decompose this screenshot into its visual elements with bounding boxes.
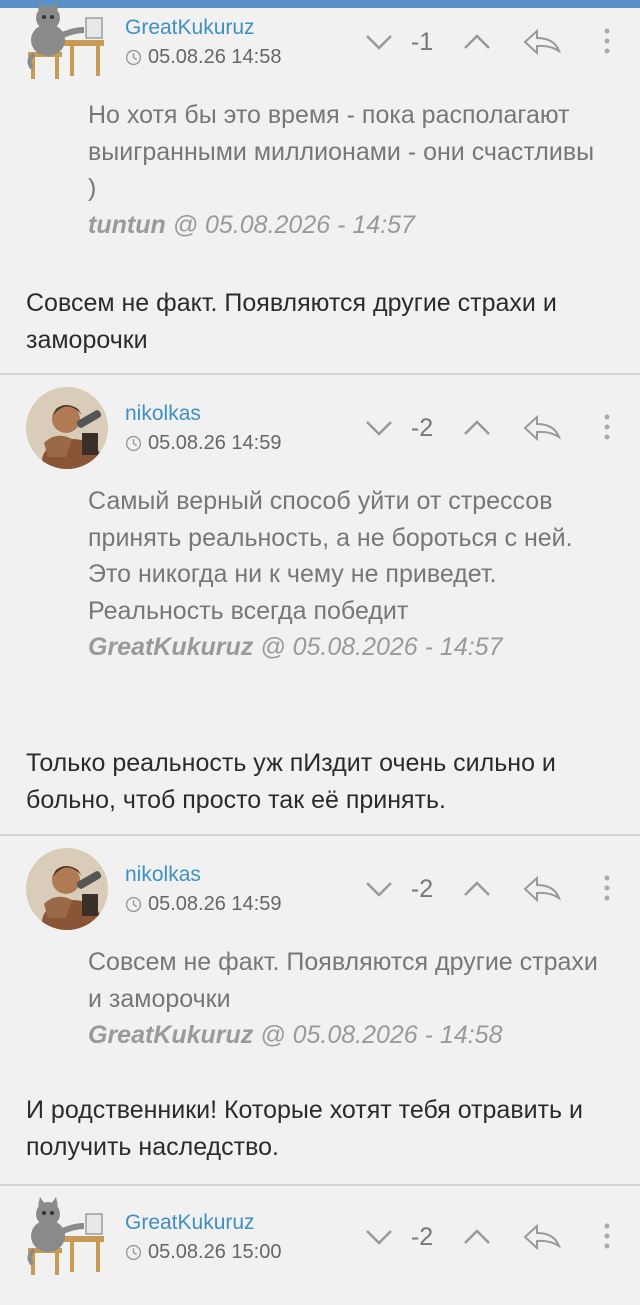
comment: GreatKukuruz 05.08.26 15:00 -2: [0, 1186, 640, 1305]
quoted-text: Самый верный способ уйти от стрессов при…: [88, 483, 608, 666]
quote-author[interactable]: GreatKukuruz: [88, 633, 253, 661]
more-dots-icon[interactable]: [604, 1223, 610, 1249]
photo-avatar[interactable]: [26, 848, 108, 930]
quoted-text: Но хотя бы это время - пока располагают …: [88, 97, 608, 243]
comment-time: 05.08.26 14:59: [125, 432, 281, 455]
comment-author[interactable]: GreatKukuruz: [125, 1211, 255, 1235]
upvote-chevron-icon[interactable]: [463, 880, 491, 898]
comment-score: -2: [410, 1223, 434, 1251]
comment-time: 05.08.26 15:00: [125, 1241, 281, 1264]
downvote-chevron-icon[interactable]: [365, 33, 393, 51]
quote-date: @ 05.08.2026 - 14:57: [260, 633, 503, 661]
comment: GreatKukuruz 05.08.26 14:58 -1 Но хотя б…: [0, 0, 640, 375]
quote-source: GreatKukuruz @ 05.08.2026 - 14:58: [88, 1021, 503, 1049]
comment-author[interactable]: GreatKukuruz: [125, 16, 255, 40]
downvote-chevron-icon[interactable]: [365, 880, 393, 898]
comment-author[interactable]: nikolkas: [125, 402, 201, 426]
comment: nikolkas 05.08.26 14:59 -2 Совсем не фак…: [0, 836, 640, 1186]
quote-author[interactable]: tuntun: [88, 211, 166, 239]
clock-icon: [125, 896, 142, 913]
comment-timestamp: 05.08.26 14:58: [148, 46, 282, 68]
comment-timestamp: 05.08.26 14:59: [148, 893, 282, 915]
upvote-chevron-icon[interactable]: [463, 1228, 491, 1246]
quote-body: Самый верный способ уйти от стрессов при…: [88, 487, 573, 625]
quote-body: Но хотя бы это время - пока располагают …: [88, 101, 595, 202]
more-dots-icon[interactable]: [604, 28, 610, 54]
comment-time: 05.08.26 14:59: [125, 893, 281, 916]
comment-text: Только реальность уж пИздит очень сильно…: [26, 749, 556, 814]
comment: nikolkas 05.08.26 14:59 -2 Самый верный …: [0, 375, 640, 836]
clock-icon: [125, 1244, 142, 1261]
comment-score: -1: [410, 28, 434, 56]
comment-author[interactable]: nikolkas: [125, 863, 201, 887]
quote-body: Совсем не факт. Появляются другие страхи…: [88, 948, 598, 1013]
clock-icon: [125, 49, 142, 66]
quote-source: tuntun @ 05.08.2026 - 14:57: [88, 211, 415, 239]
comment-time: 05.08.26 14:58: [125, 46, 281, 69]
quote-source: GreatKukuruz @ 05.08.2026 - 14:57: [88, 633, 503, 661]
quote-date: @ 05.08.2026 - 14:57: [172, 210, 415, 239]
clock-icon: [125, 435, 142, 452]
comment-timestamp: 05.08.26 14:59: [148, 432, 282, 454]
photo-avatar[interactable]: [26, 387, 108, 469]
cat-avatar[interactable]: [26, 1196, 108, 1278]
reply-arrow-icon[interactable]: [522, 29, 562, 55]
comment-timestamp: 05.08.26 15:00: [148, 1241, 282, 1263]
downvote-chevron-icon[interactable]: [365, 419, 393, 437]
quoted-text: Совсем не факт. Появляются другие страхи…: [88, 944, 608, 1054]
more-dots-icon[interactable]: [604, 414, 610, 440]
cat-avatar[interactable]: [26, 0, 108, 82]
upvote-chevron-icon[interactable]: [463, 419, 491, 437]
comment-text: Совсем не факт. Появляются другие страхи…: [26, 289, 557, 354]
quote-author[interactable]: GreatKukuruz: [88, 1021, 253, 1049]
reply-arrow-icon[interactable]: [522, 876, 562, 902]
comment-text: И родственники! Которые хотят тебя отрав…: [26, 1096, 583, 1161]
comment-score: -2: [410, 875, 434, 903]
upvote-chevron-icon[interactable]: [463, 33, 491, 51]
quote-date: @ 05.08.2026 - 14:58: [260, 1021, 503, 1049]
downvote-chevron-icon[interactable]: [365, 1228, 393, 1246]
reply-arrow-icon[interactable]: [522, 1224, 562, 1250]
reply-arrow-icon[interactable]: [522, 415, 562, 441]
comment-score: -2: [410, 414, 434, 442]
more-dots-icon[interactable]: [604, 875, 610, 901]
